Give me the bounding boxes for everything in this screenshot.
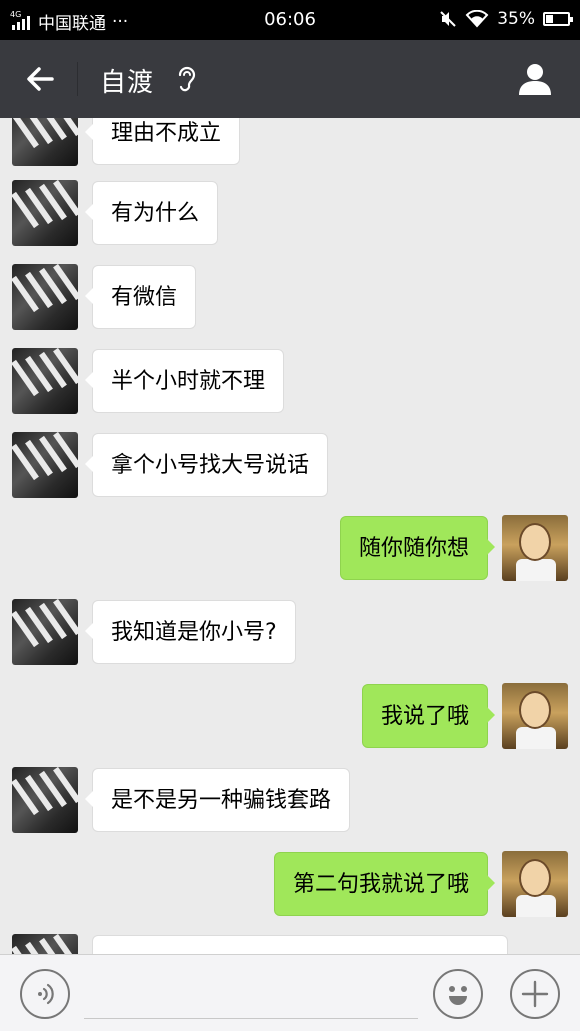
- message-row: 有为什么: [0, 180, 580, 246]
- message-bubble[interactable]: 拿个小号找大号说话: [84, 433, 329, 497]
- message-row: 理由不成立: [0, 118, 580, 166]
- avatar[interactable]: [12, 180, 78, 246]
- chat-header: 自渡: [0, 40, 580, 118]
- message-bubble[interactable]: 随你随你想: [339, 516, 496, 580]
- message-bubble[interactable]: 我说了哦: [361, 684, 496, 748]
- piano-key: [53, 934, 78, 954]
- avatar[interactable]: [12, 767, 78, 833]
- avatar[interactable]: [12, 348, 78, 414]
- message-bubble[interactable]: 我知道是你小号?: [85, 600, 296, 664]
- wifi-icon: [465, 10, 489, 28]
- message-row: 第二句我就说了哦: [0, 851, 580, 917]
- message-row: [0, 934, 580, 954]
- plus-icon: [521, 980, 549, 1008]
- avatar[interactable]: [502, 683, 568, 749]
- avatar-shirt: [516, 895, 556, 917]
- more-functions-button[interactable]: [510, 969, 560, 1019]
- message-row: 随你随你想: [0, 515, 580, 581]
- avatar-face: [519, 691, 551, 729]
- smiley-icon: [449, 986, 467, 1005]
- battery-level: [546, 15, 554, 23]
- avatar[interactable]: [12, 432, 78, 498]
- input-bar: [0, 954, 580, 1031]
- message-row: 我说了哦: [0, 683, 580, 749]
- message-bubble[interactable]: 有微信: [84, 265, 197, 329]
- chat-info-button[interactable]: [516, 60, 554, 98]
- message-bubble[interactable]: 理由不成立: [84, 118, 241, 165]
- battery-icon: [543, 12, 573, 26]
- message-row: 半个小时就不理: [0, 348, 580, 414]
- message-row: 是不是另一种骗钱套路: [0, 767, 580, 833]
- emoji-button[interactable]: [433, 969, 483, 1019]
- mute-icon: [440, 11, 456, 27]
- message-row: 拿个小号找大号说话: [0, 432, 580, 498]
- chat-title: 自渡: [100, 68, 155, 98]
- earpiece-mode-icon: [178, 66, 196, 92]
- back-button[interactable]: [22, 61, 58, 97]
- voice-input-button[interactable]: [20, 969, 70, 1019]
- avatar-shirt: [516, 559, 556, 581]
- back-arrow-icon: [27, 67, 54, 91]
- avatar[interactable]: [502, 515, 568, 581]
- avatar-shirt: [516, 727, 556, 749]
- person-icon: [519, 64, 551, 95]
- avatar[interactable]: [12, 599, 78, 665]
- battery-percent: 35%: [497, 9, 535, 29]
- avatar[interactable]: [12, 118, 78, 166]
- message-list[interactable]: 理由不成立 有为什么 有微信 半个小时就不理 拿个小号找大号说话 随你随你想 我…: [0, 118, 580, 954]
- status-bar: 4G 中国联通 ··· 06:06 35%: [0, 0, 580, 40]
- voice-icon: [38, 983, 54, 1005]
- message-input[interactable]: [84, 969, 418, 1019]
- message-bubble[interactable]: 是不是另一种骗钱套路: [84, 768, 351, 832]
- avatar-face: [519, 859, 551, 897]
- message-bubble[interactable]: [92, 935, 508, 954]
- message-bubble[interactable]: 有为什么: [84, 181, 219, 245]
- avatar[interactable]: [12, 934, 78, 954]
- avatar-face: [519, 523, 551, 561]
- message-bubble[interactable]: 半个小时就不理: [84, 349, 285, 413]
- avatar[interactable]: [502, 851, 568, 917]
- message-row: 有微信: [0, 264, 580, 330]
- status-right: 35%: [439, 9, 573, 29]
- message-row: 我知道是你小号?: [0, 599, 580, 665]
- avatar[interactable]: [12, 264, 78, 330]
- message-bubble[interactable]: 第二句我就说了哦: [273, 852, 496, 916]
- header-divider: [77, 62, 78, 96]
